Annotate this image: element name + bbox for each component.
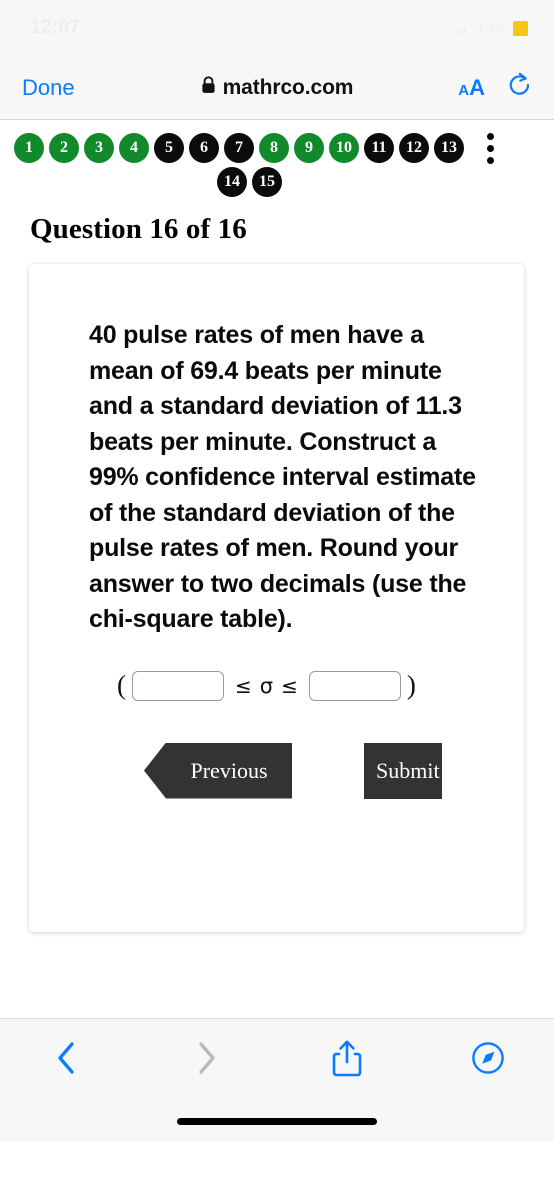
home-indicator — [177, 1118, 377, 1125]
question-bubble-label: 7 — [235, 139, 243, 156]
status-bar-indicators: LTE — [457, 20, 528, 36]
url-text: mathrco.com — [222, 75, 354, 99]
question-bubble-9[interactable]: 9 — [294, 133, 324, 163]
text-size-small-a: A — [458, 81, 470, 99]
question-bubble-label: 5 — [165, 139, 173, 156]
status-bar-time: 12:07 — [30, 17, 81, 38]
question-bubble-4[interactable]: 4 — [119, 133, 149, 163]
web-page-content: 1 2 3 4 5 6 7 8 9 10 11 12 13 14 15 Question 16 of 16… — [0, 120, 554, 1141]
question-bubble-12[interactable]: 12 — [399, 133, 429, 163]
signal-bars-icon — [457, 23, 471, 34]
question-bubble-label: 15 — [259, 173, 275, 190]
question-bubble-13[interactable]: 13 — [434, 133, 464, 163]
text-size-large-a: A — [469, 74, 485, 100]
question-bubble-3[interactable]: 3 — [84, 133, 114, 163]
page-title: Question 16 of 16 — [30, 213, 247, 245]
nav-bar-actions: AA — [458, 72, 532, 103]
text-size-icon[interactable]: AA — [458, 74, 485, 100]
question-bubble-label: 10 — [336, 139, 352, 156]
status-bar: 12:07 LTE — [0, 0, 554, 56]
question-bubble-label: 1 — [25, 139, 33, 156]
question-bubble-label: 13 — [441, 139, 457, 156]
previous-button[interactable]: Previous — [144, 742, 292, 799]
close-paren: ) — [406, 670, 416, 700]
question-bubble-label: 9 — [305, 139, 313, 156]
question-bubble-label: 12 — [406, 139, 422, 156]
chevron-left-icon — [55, 1041, 77, 1080]
share-icon — [332, 1039, 362, 1082]
question-text: 40 pulse rates of men have a mean of 69.… — [89, 321, 476, 633]
toolbar-icon-group — [0, 1019, 554, 1083]
question-bubble-label: 14 — [224, 173, 240, 190]
tabs-button[interactable] — [462, 1037, 514, 1083]
question-bubble-5[interactable]: 5 — [154, 133, 184, 163]
battery-icon — [513, 20, 528, 36]
question-navigator-row-2: 14 15 — [0, 167, 554, 197]
status-bar-network: LTE — [478, 20, 505, 36]
sigma-symbol: σ — [259, 673, 274, 698]
lock-icon — [201, 76, 216, 99]
question-bubble-label: 3 — [95, 139, 103, 156]
share-button[interactable] — [321, 1037, 373, 1083]
question-bubble-2[interactable]: 2 — [49, 133, 79, 163]
safari-compass-icon — [471, 1041, 505, 1080]
lower-bound-input[interactable] — [132, 670, 224, 701]
question-navigator: 1 2 3 4 5 6 7 8 9 10 11 12 13 14 15 — [0, 120, 554, 201]
question-bubble-6[interactable]: 6 — [189, 133, 219, 163]
right-inequality-operator: ≤ — [281, 673, 298, 698]
question-bubble-10[interactable]: 10 — [329, 133, 359, 163]
question-bubble-15[interactable]: 15 — [252, 167, 282, 197]
question-navigator-row-1: 1 2 3 4 5 6 7 8 9 10 11 12 13 — [0, 132, 554, 164]
question-bubble-label: 2 — [60, 139, 68, 156]
browser-bottom-toolbar — [0, 1018, 554, 1141]
question-bubble-14[interactable]: 14 — [217, 167, 247, 197]
more-options-icon[interactable] — [477, 132, 503, 164]
browser-nav-bar: Done mathrco.com AA — [0, 56, 554, 120]
question-bubble-label: 8 — [270, 139, 278, 156]
question-bubble-7[interactable]: 7 — [224, 133, 254, 163]
question-bubble-label: 6 — [200, 139, 208, 156]
submit-button[interactable]: Submit — [364, 742, 442, 799]
question-action-buttons: Previous Submit — [61, 742, 492, 799]
forward-button[interactable] — [181, 1037, 233, 1083]
question-bubble-label: 11 — [371, 139, 387, 156]
question-bubble-11[interactable]: 11 — [364, 133, 394, 163]
done-button[interactable]: Done — [22, 75, 75, 101]
answer-input-row: ( ≤ σ ≤ ) — [61, 670, 492, 701]
question-bubble-1[interactable]: 1 — [14, 133, 44, 163]
left-inequality-operator: ≤ — [235, 673, 252, 698]
reload-icon[interactable] — [507, 72, 532, 103]
chevron-right-icon — [196, 1041, 218, 1080]
question-bubble-8[interactable]: 8 — [259, 133, 289, 163]
open-paren: ( — [117, 670, 126, 700]
question-card: 40 pulse rates of men have a mean of 69.… — [29, 264, 524, 932]
question-bubble-label: 4 — [130, 139, 138, 156]
back-button[interactable] — [40, 1037, 92, 1083]
upper-bound-input[interactable] — [308, 670, 401, 701]
